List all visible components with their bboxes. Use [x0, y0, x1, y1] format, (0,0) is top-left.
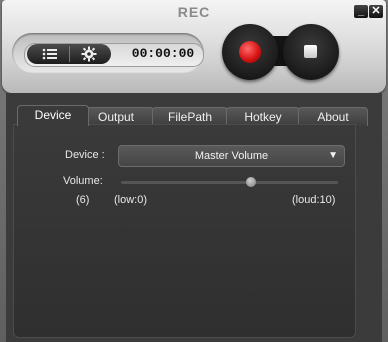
close-button[interactable]: ✕ [369, 5, 383, 18]
volume-low-label: (low:0) [114, 194, 148, 206]
record-icon[interactable] [239, 41, 261, 63]
gear-icon[interactable] [70, 44, 108, 64]
device-label: Device : [65, 149, 105, 161]
minimize-button[interactable]: _ [354, 5, 368, 18]
recording-timer: 00:00:00 [131, 46, 195, 61]
window-title: REC [177, 4, 211, 20]
device-select[interactable]: Master Volume ▼ [118, 145, 345, 167]
tab-device[interactable]: Device [17, 105, 89, 126]
device-select-value: Master Volume [194, 150, 269, 162]
volume-slider-track[interactable] [121, 181, 338, 184]
rec-window: REC _ ✕ 00:00:00 Output FilePath Hotkey … [0, 0, 388, 342]
volume-label: Volume: [63, 175, 103, 187]
list-icon[interactable] [31, 44, 69, 64]
stop-icon[interactable] [304, 45, 317, 58]
volume-loud-label: (loud:10) [292, 194, 336, 206]
volume-value: (6) [76, 194, 90, 206]
chevron-down-icon: ▼ [328, 150, 338, 161]
